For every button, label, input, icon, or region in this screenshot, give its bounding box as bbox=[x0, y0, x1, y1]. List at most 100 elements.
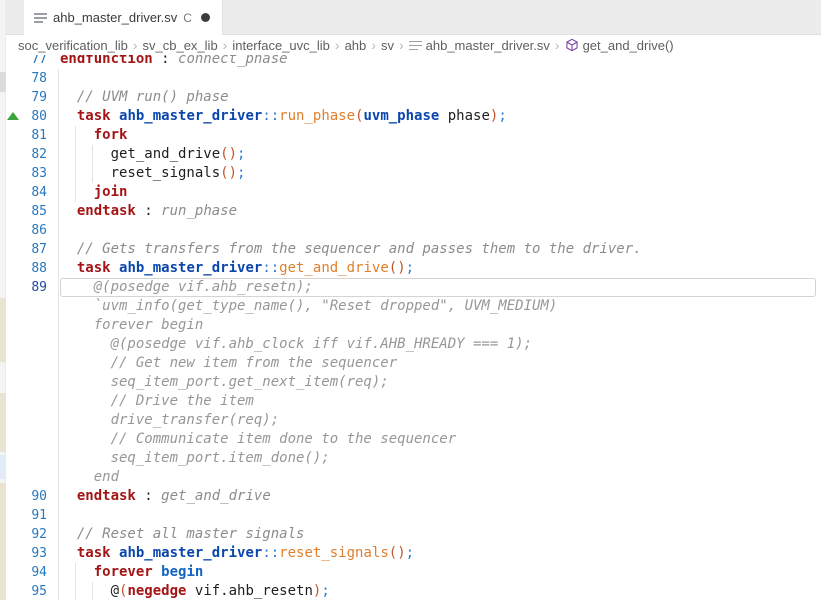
code-text[interactable]: seq_item_port.get_next_item(req); bbox=[60, 373, 821, 392]
code-text[interactable]: @(posedge vif.ahb_resetn); bbox=[60, 278, 821, 297]
token bbox=[60, 203, 77, 219]
code-text[interactable]: endtask : run_phase bbox=[60, 202, 821, 221]
token: ; bbox=[498, 108, 506, 124]
code-line[interactable]: `uvm_info(get_type_name(), "Reset droppe… bbox=[0, 297, 821, 316]
code-line[interactable]: drive_transfer(req); bbox=[0, 411, 821, 430]
method-icon bbox=[565, 38, 579, 52]
token: run_phase bbox=[161, 203, 237, 219]
code-text[interactable]: `uvm_info(get_type_name(), "Reset droppe… bbox=[60, 297, 821, 316]
code-line[interactable]: // Get new item from the sequencer bbox=[0, 354, 821, 373]
code-line[interactable]: 93 task ahb_master_driver::reset_signals… bbox=[0, 544, 821, 563]
code-text[interactable]: @(posedge vif.ahb_clock iff vif.AHB_HREA… bbox=[60, 335, 821, 354]
breadcrumb-item-sv[interactable]: sv bbox=[381, 38, 394, 53]
token: ; bbox=[406, 260, 414, 276]
code-text[interactable] bbox=[60, 69, 821, 88]
code-line[interactable]: @(posedge vif.ahb_clock iff vif.AHB_HREA… bbox=[0, 335, 821, 354]
token: drive_transfer(req); bbox=[60, 412, 279, 428]
token: end bbox=[60, 469, 119, 485]
code-editor[interactable]: 77endfunction : connect_phase7879 // UVM… bbox=[0, 50, 821, 600]
breadcrumb-label: get_and_drive() bbox=[583, 38, 674, 53]
gutter-arrow-marker-icon[interactable] bbox=[7, 112, 19, 120]
code-text[interactable]: seq_item_port.item_done(); bbox=[60, 449, 821, 468]
indent-guide bbox=[58, 544, 59, 563]
token: get_and_drive bbox=[161, 488, 271, 504]
code-text[interactable]: forever begin bbox=[60, 563, 821, 582]
code-line[interactable]: seq_item_port.get_next_item(req); bbox=[0, 373, 821, 392]
gutter bbox=[0, 335, 60, 354]
code-line[interactable]: 85 endtask : run_phase bbox=[0, 202, 821, 221]
code-text[interactable]: fork bbox=[60, 126, 821, 145]
breadcrumb-item-ahb-master-driver-sv[interactable]: ahb_master_driver.sv bbox=[409, 38, 550, 53]
indent-guide bbox=[75, 126, 76, 145]
indent-guide bbox=[58, 126, 59, 145]
code-text[interactable]: // Gets transfers from the sequencer and… bbox=[60, 240, 821, 259]
code-line[interactable]: 83 reset_signals(); bbox=[0, 164, 821, 183]
code-line[interactable]: 95 @(negedge vif.ahb_resetn); bbox=[0, 582, 821, 600]
gutter bbox=[0, 411, 60, 430]
indent-guide bbox=[58, 563, 59, 582]
code-text[interactable]: endtask : get_and_drive bbox=[60, 487, 821, 506]
code-line[interactable]: 80 task ahb_master_driver::run_phase(uvm… bbox=[0, 107, 821, 126]
code-text[interactable]: end bbox=[60, 468, 821, 487]
code-text[interactable]: task ahb_master_driver::run_phase(uvm_ph… bbox=[60, 107, 821, 126]
code-line[interactable]: 86 bbox=[0, 221, 821, 240]
code-line[interactable]: 91 bbox=[0, 506, 821, 525]
code-text[interactable]: reset_signals(); bbox=[60, 164, 821, 183]
code-text[interactable]: // Drive the item bbox=[60, 392, 821, 411]
indent-guide bbox=[58, 430, 59, 449]
code-text[interactable]: drive_transfer(req); bbox=[60, 411, 821, 430]
code-line[interactable]: 88 task ahb_master_driver::get_and_drive… bbox=[0, 259, 821, 278]
code-text[interactable]: join bbox=[60, 183, 821, 202]
breadcrumb-item-get-and-drive[interactable]: get_and_drive() bbox=[565, 38, 674, 53]
indent-guide bbox=[58, 506, 59, 525]
token: ) bbox=[397, 545, 405, 561]
token: ahb_master_driver bbox=[119, 260, 262, 276]
code-line[interactable]: 94 forever begin bbox=[0, 563, 821, 582]
code-text[interactable]: get_and_drive(); bbox=[60, 145, 821, 164]
breadcrumb-label: soc_verification_lib bbox=[18, 38, 128, 53]
breadcrumb-item-sv-cb-ex-lib[interactable]: sv_cb_ex_lib bbox=[143, 38, 218, 53]
code-text[interactable]: // UVM run() phase bbox=[60, 88, 821, 107]
code-line[interactable]: 78 bbox=[0, 69, 821, 88]
code-line[interactable]: seq_item_port.item_done(); bbox=[0, 449, 821, 468]
code-line[interactable]: 89 @(posedge vif.ahb_resetn); bbox=[0, 278, 821, 297]
token: @(posedge vif.ahb_resetn); bbox=[60, 279, 313, 295]
code-line[interactable]: 84 join bbox=[0, 183, 821, 202]
modified-dot-icon[interactable] bbox=[201, 13, 210, 22]
token: get_and_drive bbox=[279, 260, 389, 276]
code-line[interactable]: forever begin bbox=[0, 316, 821, 335]
breadcrumb-separator-icon: › bbox=[399, 37, 404, 53]
tab-ahb-master-driver-sv[interactable]: ahb_master_driver.sv C bbox=[24, 0, 223, 35]
code-line[interactable]: // Communicate item done to the sequence… bbox=[0, 430, 821, 449]
code-line[interactable]: 81 fork bbox=[0, 126, 821, 145]
indent-guide bbox=[75, 183, 76, 202]
breadcrumb-label: ahb bbox=[345, 38, 367, 53]
indent-guide bbox=[92, 145, 93, 164]
token: ( bbox=[220, 146, 228, 162]
token: forever bbox=[94, 564, 153, 580]
code-line[interactable]: // Drive the item bbox=[0, 392, 821, 411]
code-text[interactable]: // Communicate item done to the sequence… bbox=[60, 430, 821, 449]
code-line[interactable]: 82 get_and_drive(); bbox=[0, 145, 821, 164]
code-line[interactable]: 87 // Gets transfers from the sequencer … bbox=[0, 240, 821, 259]
code-text[interactable]: forever begin bbox=[60, 316, 821, 335]
token bbox=[60, 165, 111, 181]
code-line[interactable]: end bbox=[0, 468, 821, 487]
code-text[interactable] bbox=[60, 221, 821, 240]
code-line[interactable]: 92 // Reset all master signals bbox=[0, 525, 821, 544]
indent-guide bbox=[58, 468, 59, 487]
code-text[interactable]: @(negedge vif.ahb_resetn); bbox=[60, 582, 821, 600]
code-text[interactable]: task ahb_master_driver::get_and_drive(); bbox=[60, 259, 821, 278]
code-text[interactable]: // Reset all master signals bbox=[60, 525, 821, 544]
code-line[interactable]: 79 // UVM run() phase bbox=[0, 88, 821, 107]
code-line[interactable]: 90 endtask : get_and_drive bbox=[0, 487, 821, 506]
breadcrumb-item-soc-verification-lib[interactable]: soc_verification_lib bbox=[18, 38, 128, 53]
indent-guide bbox=[58, 145, 59, 164]
line-number: 78 bbox=[0, 69, 60, 88]
code-text[interactable]: // Get new item from the sequencer bbox=[60, 354, 821, 373]
code-text[interactable] bbox=[60, 506, 821, 525]
breadcrumb-item-ahb[interactable]: ahb bbox=[345, 38, 367, 53]
indent-guide bbox=[58, 278, 59, 297]
code-text[interactable]: task ahb_master_driver::reset_signals(); bbox=[60, 544, 821, 563]
breadcrumb-item-interface-uvc-lib[interactable]: interface_uvc_lib bbox=[232, 38, 330, 53]
